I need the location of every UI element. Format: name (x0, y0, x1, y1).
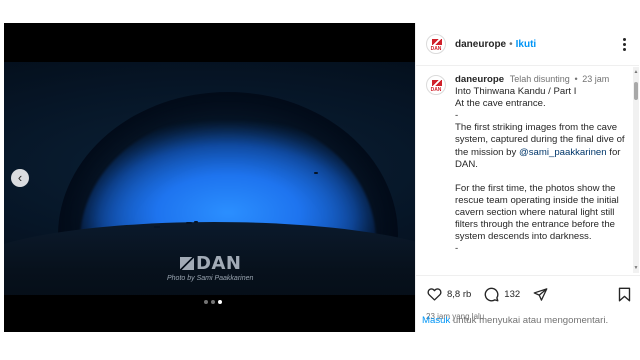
more-vertical-icon[interactable] (617, 37, 631, 51)
caption-line: - (455, 110, 459, 122)
comment-icon[interactable] (483, 286, 499, 302)
scrollbar-thumb[interactable] (634, 82, 638, 100)
dan-watermark: DAN (180, 253, 241, 274)
caption-timestamp[interactable]: 23 jam (582, 74, 609, 84)
post-sidebar: DAN daneurope • Ikuti DAN daneurope Tela… (415, 23, 640, 332)
chevron-left-icon: ‹ (17, 170, 23, 185)
caption-paragraph: The first striking images from the cave … (455, 122, 625, 170)
diver-silhouette (186, 222, 192, 224)
diver-silhouette (314, 172, 318, 174)
login-link[interactable]: Masuk (422, 315, 450, 326)
caption-paragraph: For the first time, the photos show the … (455, 182, 619, 243)
caption-username[interactable]: daneurope (455, 74, 504, 85)
like-count[interactable]: 8,8 rb (447, 289, 471, 300)
carousel-indicator (204, 300, 222, 304)
dive-flag-icon (432, 80, 442, 86)
header-username[interactable]: daneurope (455, 39, 506, 50)
comment-count[interactable]: 132 (504, 289, 520, 300)
caption-line: - (455, 243, 459, 255)
avatar[interactable]: DAN (426, 75, 446, 95)
dan-logo-mark (180, 257, 194, 270)
bookmark-icon[interactable] (616, 286, 632, 302)
diver-silhouette (154, 226, 160, 228)
diver-silhouette (194, 221, 198, 223)
share-icon[interactable] (532, 286, 548, 302)
caption-scrollbar[interactable]: ▲ ▼ (633, 67, 639, 273)
post-media: DAN Photo by Sami Paakkarinen ‹ (4, 23, 415, 332)
avatar[interactable]: DAN (426, 34, 446, 54)
caption-line: Into Thinwana Kandu / Part I (455, 86, 577, 98)
caption-area: DAN daneurope Telah disunting • 23 jam I… (416, 67, 632, 274)
edited-label: Telah disunting (509, 74, 570, 84)
photo-credit: Photo by Sami Paakkarinen (167, 275, 254, 282)
dive-flag-icon (432, 39, 442, 45)
mention-link[interactable]: @sami_paakkarinen (519, 147, 607, 158)
scroll-up-icon[interactable]: ▲ (633, 69, 639, 75)
post-header: DAN daneurope • Ikuti (416, 23, 639, 66)
scroll-down-icon[interactable]: ▼ (633, 265, 639, 271)
caption-line: At the cave entrance. (455, 98, 546, 110)
carousel-dot (204, 300, 208, 304)
follow-button[interactable]: Ikuti (516, 39, 537, 50)
login-prompt: Masuk untuk menyukai atau mengomentari. (422, 315, 609, 326)
carousel-dot-active (218, 300, 222, 304)
previous-slide-button[interactable]: ‹ (11, 169, 29, 187)
caption-text: daneurope Telah disunting • 23 jam Into … (455, 74, 625, 255)
heart-icon[interactable] (426, 286, 442, 302)
carousel-dot (211, 300, 215, 304)
separator-dot: • (509, 38, 513, 50)
post-dialog: DAN Photo by Sami Paakkarinen ‹ DAN dane… (4, 23, 640, 332)
